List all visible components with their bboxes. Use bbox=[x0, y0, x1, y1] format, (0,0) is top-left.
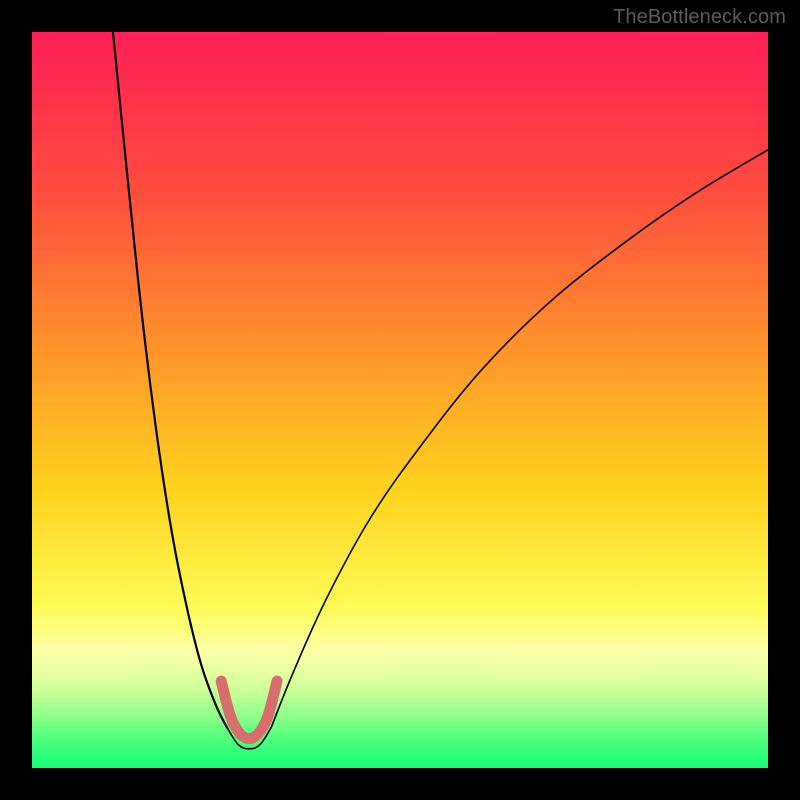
chart-plot-area bbox=[32, 32, 768, 768]
chart-outer: TheBottleneck.com bbox=[0, 0, 800, 800]
chart-svg bbox=[32, 32, 768, 768]
gradient-background bbox=[32, 32, 768, 768]
watermark-label: TheBottleneck.com bbox=[613, 6, 786, 29]
